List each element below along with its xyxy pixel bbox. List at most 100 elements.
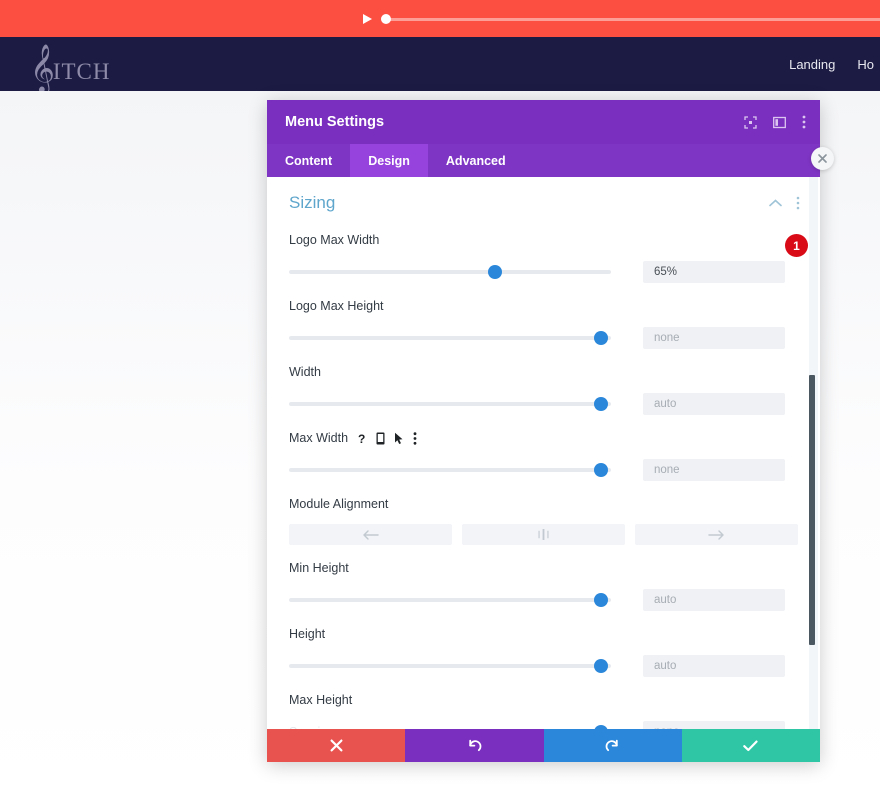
field-logo-max-width: Logo Max Width 65%	[267, 231, 820, 283]
modal-footer	[267, 729, 820, 762]
field-control-row: none	[289, 327, 798, 349]
module-alignment-group	[289, 524, 798, 545]
field-label: Max Width	[289, 431, 349, 445]
field-label-row: Min Height	[289, 559, 798, 577]
modal-header: Menu Settings	[267, 100, 820, 144]
max-width-slider[interactable]	[289, 463, 611, 477]
modal-title: Menu Settings	[285, 114, 385, 130]
sizing-section-header: Sizing	[267, 177, 820, 217]
field-min-height: Min Height auto	[267, 559, 820, 611]
section-title: Sizing	[289, 193, 336, 212]
modal-header-icons	[744, 115, 806, 129]
section-more-vertical-icon[interactable]	[796, 196, 800, 210]
slider-knob[interactable]	[488, 265, 503, 279]
field-control-row: none	[289, 459, 798, 481]
modal-body: Sizing Logo Max Width 65% Logo Max Heigh…	[267, 177, 820, 729]
menu-settings-modal: Menu Settings Content Design Advanced Si…	[267, 100, 820, 762]
max-height-slider[interactable]	[289, 725, 611, 729]
min-height-input[interactable]: auto	[643, 589, 785, 611]
align-left-button[interactable]	[289, 524, 452, 545]
tab-design[interactable]: Design	[350, 144, 428, 177]
field-control-row: auto	[289, 393, 798, 415]
more-vertical-icon[interactable]	[413, 431, 417, 445]
field-module-alignment: Module Alignment	[267, 495, 820, 545]
more-vertical-icon[interactable]	[802, 115, 806, 129]
field-label: Logo Max Height	[289, 299, 384, 313]
max-width-input[interactable]: none	[643, 459, 785, 481]
logo-max-width-input[interactable]: 65%	[643, 261, 785, 283]
site-header: 𝄞 ITCH Landing Ho	[0, 37, 880, 91]
nav-item-home[interactable]: Ho	[857, 57, 874, 72]
modal-close-circle-button[interactable]	[811, 147, 834, 170]
slider-track	[289, 270, 611, 274]
slider-knob[interactable]	[594, 397, 609, 411]
field-label-row: Max Height	[289, 691, 798, 709]
width-slider[interactable]	[289, 397, 611, 411]
logo-max-width-slider[interactable]	[289, 265, 611, 279]
tab-content[interactable]: Content	[267, 144, 350, 177]
align-center-button[interactable]	[462, 524, 625, 545]
field-control-row: none	[289, 721, 798, 729]
chevron-up-icon[interactable]	[769, 199, 782, 207]
progress-knob[interactable]	[381, 14, 391, 24]
expand-icon[interactable]	[744, 115, 757, 129]
align-right-button[interactable]	[635, 524, 798, 545]
field-control-row: auto	[289, 655, 798, 677]
next-section-title-cut: Spacing	[289, 725, 334, 729]
field-label: Height	[289, 627, 326, 641]
slider-track	[289, 598, 611, 602]
min-height-slider[interactable]	[289, 593, 611, 607]
field-label-row: Logo Max Width	[289, 231, 798, 249]
max-height-input[interactable]: none	[643, 721, 785, 729]
field-label: Max Height	[289, 693, 353, 707]
site-logo[interactable]: 𝄞 ITCH	[30, 43, 111, 92]
video-progress-bar	[0, 0, 880, 37]
progress-track[interactable]	[382, 17, 880, 21]
responsive-mobile-icon[interactable]	[376, 432, 385, 445]
slider-track	[289, 402, 611, 406]
save-button[interactable]	[681, 729, 820, 762]
field-label-row: Module Alignment	[289, 495, 798, 513]
field-max-width: Max Width ? none	[267, 429, 820, 481]
field-label: Min Height	[289, 561, 349, 575]
logo-max-height-input[interactable]: none	[643, 327, 785, 349]
logo-max-height-slider[interactable]	[289, 331, 611, 345]
field-label: Logo Max Width	[289, 233, 380, 247]
nav-item-landing[interactable]: Landing	[789, 57, 835, 72]
redo-button[interactable]	[543, 729, 682, 762]
help-icon[interactable]: ?	[358, 432, 367, 445]
field-max-height: Max Height none	[267, 691, 820, 729]
undo-button[interactable]	[405, 729, 544, 762]
play-icon[interactable]	[363, 14, 372, 24]
slider-track	[289, 468, 611, 472]
height-slider[interactable]	[289, 659, 611, 673]
slider-knob[interactable]	[594, 463, 609, 477]
slider-knob[interactable]	[594, 725, 609, 729]
slider-knob[interactable]	[594, 593, 609, 607]
treble-clef-icon: 𝄞	[30, 43, 55, 92]
field-width: Width auto	[267, 363, 820, 415]
tab-advanced[interactable]: Advanced	[428, 144, 524, 177]
hover-cursor-icon[interactable]	[394, 432, 404, 445]
slider-knob[interactable]	[594, 659, 609, 673]
modal-tabs: Content Design Advanced	[267, 144, 820, 177]
field-height: Height auto	[267, 625, 820, 677]
field-control-row: 65%	[289, 261, 798, 283]
layout-panel-icon[interactable]	[773, 116, 786, 129]
slider-track	[289, 336, 611, 340]
field-label: Module Alignment	[289, 497, 389, 511]
field-label: Width	[289, 365, 321, 379]
modal-scrollbar-track[interactable]	[809, 177, 818, 729]
field-label-row: Max Width ?	[289, 429, 798, 447]
height-input[interactable]: auto	[643, 655, 785, 677]
width-input[interactable]: auto	[643, 393, 785, 415]
slider-track	[289, 664, 611, 668]
cancel-button[interactable]	[267, 729, 406, 762]
field-action-icons: ?	[358, 432, 417, 445]
site-nav: Landing Ho	[789, 37, 880, 91]
field-label-row: Width	[289, 363, 798, 381]
modal-scrollbar-thumb[interactable]	[809, 375, 815, 645]
field-label-row: Height	[289, 625, 798, 643]
step-badge-1: 1	[785, 234, 808, 257]
slider-knob[interactable]	[594, 331, 609, 345]
